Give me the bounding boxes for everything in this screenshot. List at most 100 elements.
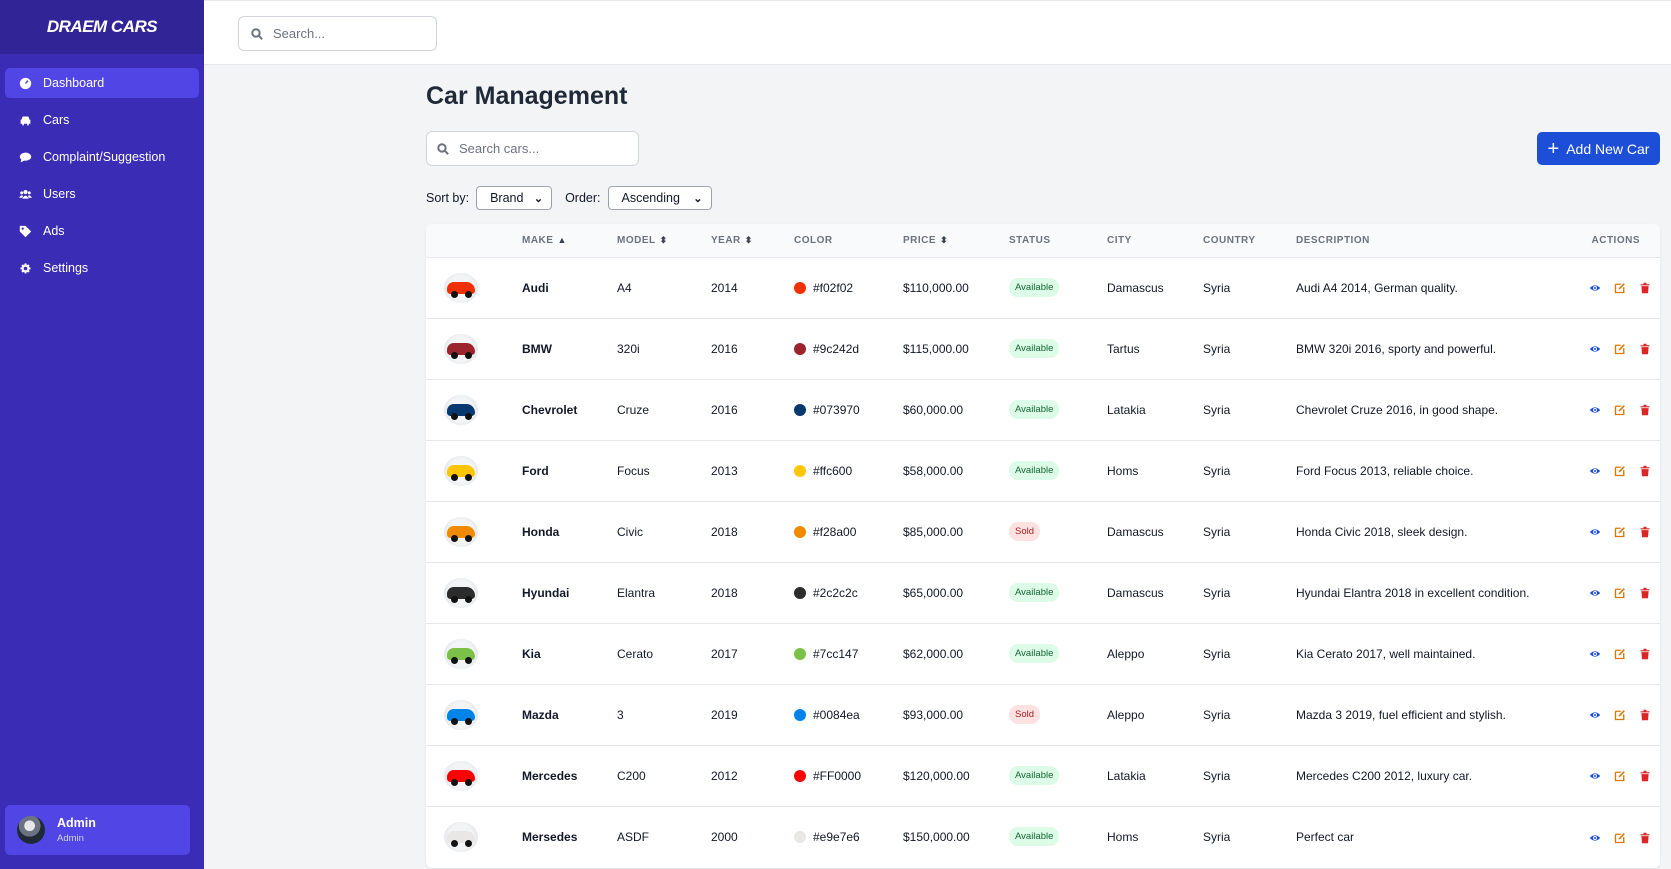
car-search-input[interactable]: [459, 141, 599, 156]
cell-make: BMW: [522, 341, 552, 356]
comment-icon: [18, 150, 32, 164]
view-icon[interactable]: [1589, 465, 1601, 477]
view-icon[interactable]: [1589, 587, 1601, 599]
car-search[interactable]: [426, 131, 639, 166]
status-badge: Sold: [1009, 522, 1041, 541]
edit-icon[interactable]: [1614, 770, 1626, 782]
cell-price: $93,000.00: [903, 707, 964, 722]
edit-icon[interactable]: [1614, 343, 1626, 355]
table-row[interactable]: Ford Focus 2013 #ffc600 $58,000.00 Available H…: [426, 440, 1660, 501]
car-thumbnail[interactable]: [444, 760, 478, 791]
order-select[interactable]: Ascending ⌄: [607, 186, 712, 210]
edit-icon[interactable]: [1614, 709, 1626, 721]
car-thumbnail[interactable]: [444, 272, 478, 303]
brand-logo[interactable]: DRAEM CARS: [0, 0, 204, 54]
sidebar-item-label: Users: [43, 187, 76, 201]
cell-make: Honda: [522, 524, 560, 539]
delete-icon[interactable]: [1639, 832, 1651, 844]
car-thumbnail[interactable]: [444, 699, 478, 730]
edit-icon[interactable]: [1614, 404, 1626, 416]
cell-color: #7cc147: [794, 623, 903, 684]
sidebar-item-ads[interactable]: Ads: [5, 216, 199, 246]
view-icon[interactable]: [1589, 648, 1601, 660]
car-thumbnail[interactable]: [444, 455, 478, 486]
col-image: [426, 224, 522, 257]
add-new-car-button[interactable]: + Add New Car: [1537, 132, 1660, 165]
cell-description: BMW 320i 2016, sporty and powerful.: [1296, 341, 1497, 356]
delete-icon[interactable]: [1639, 587, 1651, 599]
delete-icon[interactable]: [1639, 709, 1651, 721]
edit-icon[interactable]: [1614, 648, 1626, 660]
cell-year: 2016: [711, 341, 738, 356]
status-badge: Available: [1009, 644, 1060, 663]
cell-color: #f28a00: [794, 501, 903, 562]
sidebar-item-users[interactable]: Users: [5, 179, 199, 209]
car-thumbnail[interactable]: [444, 333, 478, 364]
cell-model: Civic: [617, 524, 643, 539]
cell-country: Syria: [1203, 341, 1231, 356]
sort-icon: ⬍: [940, 234, 949, 245]
delete-icon[interactable]: [1639, 770, 1651, 782]
sidebar-item-dashboard[interactable]: Dashboard: [5, 68, 199, 98]
car-thumbnail[interactable]: [444, 394, 478, 425]
delete-icon[interactable]: [1639, 282, 1651, 294]
view-icon[interactable]: [1589, 282, 1601, 294]
user-profile-card[interactable]: Admin Admin: [5, 805, 190, 855]
cell-year: 2019: [711, 707, 738, 722]
edit-icon[interactable]: [1614, 832, 1626, 844]
table-row[interactable]: Chevrolet Cruze 2016 #073970 $60,000.00 Avail…: [426, 379, 1660, 440]
table-row[interactable]: Hyundai Elantra 2018 #2c2c2c $65,000.00 Avail…: [426, 562, 1660, 623]
view-icon[interactable]: [1589, 770, 1601, 782]
edit-icon[interactable]: [1614, 526, 1626, 538]
table-row[interactable]: Kia Cerato 2017 #7cc147 $62,000.00 Available A…: [426, 623, 1660, 684]
sort-by-select[interactable]: Brand ⌄: [476, 186, 553, 210]
sidebar-item-complaint[interactable]: Complaint/Suggestion: [5, 142, 199, 172]
status-badge: Available: [1009, 339, 1060, 358]
color-swatch: [794, 525, 806, 538]
delete-icon[interactable]: [1639, 465, 1651, 477]
view-icon[interactable]: [1589, 404, 1601, 416]
table-row[interactable]: Audi A4 2014 #f02f02 $110,000.00 Available Dam…: [426, 257, 1660, 318]
add-new-car-label: Add New Car: [1566, 140, 1650, 157]
sort-asc-icon: ▲: [557, 234, 567, 245]
edit-icon[interactable]: [1614, 282, 1626, 294]
cell-actions: [1576, 501, 1660, 562]
view-icon[interactable]: [1589, 832, 1601, 844]
cell-city: Aleppo: [1107, 707, 1145, 722]
delete-icon[interactable]: [1639, 343, 1651, 355]
global-search[interactable]: [238, 16, 437, 51]
col-price[interactable]: PRICE ⬍: [903, 224, 1009, 257]
sort-by-label: Sort by:: [426, 191, 470, 205]
col-year[interactable]: YEAR ⬍: [711, 224, 794, 257]
view-icon[interactable]: [1589, 709, 1601, 721]
car-thumbnail[interactable]: [444, 821, 478, 852]
sidebar-item-cars[interactable]: Cars: [5, 105, 199, 135]
car-thumbnail-cell: [426, 562, 522, 623]
table-row[interactable]: Mercedes C200 2012 #FF0000 $120,000.00 Availa…: [426, 745, 1660, 806]
table-row[interactable]: Mersedes ASDF 2000 #e9e7e6 $150,000.00 Availa…: [426, 806, 1660, 867]
cell-model: Elantra: [617, 585, 656, 600]
edit-icon[interactable]: [1614, 587, 1626, 599]
edit-icon[interactable]: [1614, 465, 1626, 477]
table-row[interactable]: Honda Civic 2018 #f28a00 $85,000.00 Sold Damas…: [426, 501, 1660, 562]
cell-city: Latakia: [1107, 768, 1146, 783]
col-city: CITY: [1107, 234, 1132, 246]
sidebar-item-settings[interactable]: Settings: [5, 253, 199, 283]
view-icon[interactable]: [1589, 343, 1601, 355]
car-thumbnail[interactable]: [444, 516, 478, 547]
cell-price: $110,000.00: [903, 280, 969, 295]
col-make[interactable]: MAKE ▲: [522, 224, 617, 257]
delete-icon[interactable]: [1639, 648, 1651, 660]
car-thumbnail[interactable]: [444, 577, 478, 608]
car-thumbnail[interactable]: [444, 638, 478, 669]
delete-icon[interactable]: [1639, 404, 1651, 416]
table-row[interactable]: BMW 320i 2016 #9c242d $115,000.00 Available Ta…: [426, 318, 1660, 379]
table-row[interactable]: Mazda 3 2019 #0084ea $93,000.00 Sold Aleppo Syr…: [426, 684, 1660, 745]
col-model[interactable]: MODEL ⬍: [617, 224, 711, 257]
global-search-input[interactable]: [273, 26, 413, 41]
user-role: Admin: [57, 833, 84, 844]
cell-status: Available: [1009, 562, 1107, 623]
view-icon[interactable]: [1589, 526, 1601, 538]
users-icon: [18, 187, 32, 201]
delete-icon[interactable]: [1639, 526, 1651, 538]
